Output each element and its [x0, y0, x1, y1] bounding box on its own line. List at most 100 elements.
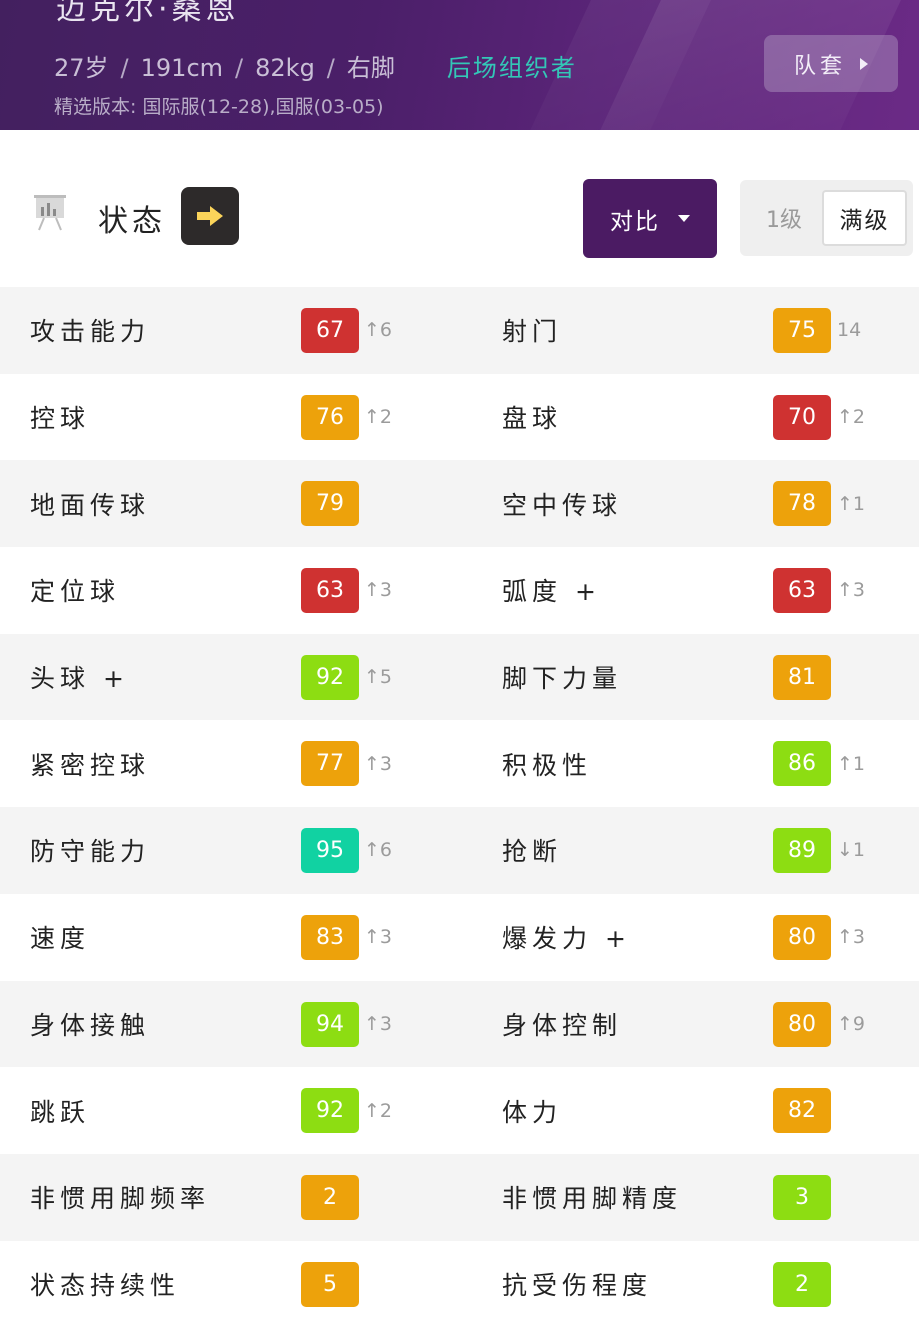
attribute-name: 体力	[502, 1097, 563, 1127]
attribute-name: 空中传球	[502, 490, 623, 520]
attribute-delta: ↑6	[364, 839, 393, 862]
attribute-delta: ↑5	[364, 666, 393, 689]
attribute-value-badge: 80	[773, 1001, 831, 1047]
attribute-value-badge: 3	[773, 1174, 831, 1220]
attribute-name: 抢断	[502, 837, 563, 867]
squad-button-label: 队套	[793, 53, 846, 79]
attribute-row: 控球 76 ↑2 盘球 70 ↑2	[0, 373, 919, 461]
attribute-delta: ↑9	[837, 1012, 866, 1035]
attribute-value-badge: 79	[301, 481, 359, 527]
attribute-name: 防守能力	[30, 837, 151, 867]
chevron-right-icon	[860, 57, 868, 70]
attribute-delta: ↑3	[837, 926, 866, 949]
attribute-name: 非惯用脚精度	[502, 1184, 683, 1214]
attribute-row: 定位球 63 ↑3 弧度 +63 ↑3	[0, 547, 919, 634]
attribute-value-badge: 67	[301, 308, 359, 353]
attribute-table: 攻击能力 67 ↑6 射门 75 14 控球 76 ↑2 盘球 70 ↑2 地面传球 79 空中传球 78 ↑1…	[0, 287, 919, 1328]
attribute-delta: ↑2	[837, 406, 866, 429]
player-name: 迈克尔·桑恩	[56, 0, 240, 27]
attribute-row: 攻击能力 67 ↑6 射门 75 14	[0, 287, 919, 374]
attribute-value-badge: 63	[301, 568, 359, 614]
attribute-name: 身体控制	[502, 1010, 623, 1040]
attribute-value-badge: 76	[301, 394, 359, 440]
separator: /	[235, 54, 244, 82]
attribute-row: 跳跃 92 ↑2 体力 82	[0, 1067, 919, 1154]
player-header: 迈克尔·桑恩 27岁 / 191cm / 82kg / 右脚 后场组织者 精选版…	[0, 0, 919, 130]
attribute-name: 爆发力 +	[502, 924, 631, 954]
player-bio: 27岁 / 191cm / 82kg / 右脚 后场组织者	[54, 48, 577, 83]
level-max-option[interactable]: 满级	[822, 190, 907, 246]
attribute-value-badge: 86	[773, 741, 831, 787]
attribute-value-badge: 80	[773, 914, 831, 960]
attribute-delta: ↑3	[364, 1012, 393, 1035]
attribute-value-badge: 94	[301, 1001, 359, 1047]
attribute-name: 弧度 +	[502, 577, 601, 607]
attribute-value-badge: 70	[773, 394, 831, 440]
arrow-right-icon	[197, 206, 223, 226]
attribute-delta: ↑2	[364, 1099, 393, 1122]
attribute-delta: ↑3	[364, 579, 393, 602]
attribute-name: 状态持续性	[30, 1270, 181, 1300]
separator: /	[326, 54, 335, 82]
attribute-value-badge: 77	[301, 741, 359, 787]
attribute-value-badge: 2	[773, 1261, 831, 1307]
attribute-delta: ↑3	[364, 752, 393, 775]
level-toggle: 1级 满级	[740, 180, 913, 256]
player-foot: 右脚	[346, 54, 395, 82]
attribute-value-badge: 82	[773, 1088, 831, 1134]
attribute-delta: 14	[837, 319, 862, 342]
attribute-row: 速度 83 ↑3 爆发力 +80 ↑3	[0, 893, 919, 981]
attribute-name: 身体接触	[30, 1010, 151, 1040]
attribute-name: 射门	[502, 317, 563, 347]
attribute-name: 非惯用脚频率	[30, 1184, 211, 1214]
attribute-name: 抗受伤程度	[502, 1270, 653, 1300]
attribute-value-badge: 89	[773, 828, 831, 874]
attribute-delta: ↓1	[837, 839, 866, 862]
status-arrow-button[interactable]	[181, 187, 239, 245]
attribute-delta: ↑1	[837, 492, 866, 515]
squad-button[interactable]: 队套	[764, 35, 898, 92]
attribute-delta: ↑1	[837, 752, 866, 775]
attribute-name: 头球 +	[30, 664, 129, 694]
attribute-name: 控球	[30, 404, 91, 434]
attribute-row: 身体接触 94 ↑3 身体控制 80 ↑9	[0, 980, 919, 1068]
player-weight: 82kg	[255, 54, 315, 82]
attribute-value-badge: 95	[301, 828, 359, 874]
attribute-name: 紧密控球	[30, 750, 151, 780]
caret-down-icon	[678, 215, 690, 222]
player-role: 后场组织者	[446, 54, 577, 82]
attribute-value-badge: 2	[301, 1174, 359, 1220]
version-label: 精选版本: 国际服(12-28),国服(03-05)	[54, 96, 384, 118]
attribute-value-badge: 75	[773, 308, 831, 353]
attribute-value-badge: 83	[301, 914, 359, 960]
separator: /	[120, 54, 129, 82]
player-height: 191cm	[140, 54, 224, 82]
attribute-name: 脚下力量	[502, 664, 623, 694]
attribute-name: 速度	[30, 924, 91, 954]
attribute-value-badge: 92	[301, 1088, 359, 1134]
level-1-option[interactable]: 1级	[746, 202, 822, 234]
attribute-row: 状态持续性 5 抗受伤程度 2	[0, 1240, 919, 1328]
attribute-delta: ↑3	[364, 926, 393, 949]
attribute-delta: ↑6	[364, 319, 393, 342]
attribute-name: 攻击能力	[30, 317, 151, 347]
attribute-row: 紧密控球 77 ↑3 积极性 86 ↑1	[0, 720, 919, 808]
attribute-row: 头球 + 92 ↑5 脚下力量 81	[0, 633, 919, 721]
status-label: 状态	[98, 204, 166, 239]
attribute-value-badge: 63	[773, 568, 831, 614]
attribute-name: 积极性	[502, 750, 593, 780]
attribute-value-badge: 81	[773, 654, 831, 700]
attribute-delta: ↑2	[364, 406, 393, 429]
attribute-value-badge: 92	[301, 654, 359, 700]
attribute-row: 地面传球 79 空中传球 78 ↑1	[0, 460, 919, 548]
attribute-delta: ↑3	[837, 579, 866, 602]
compare-label: 对比	[610, 208, 660, 235]
attribute-row: 非惯用脚频率 2 非惯用脚精度 3	[0, 1153, 919, 1241]
presentation-chart-icon	[30, 192, 70, 232]
player-age: 27岁	[54, 54, 109, 82]
compare-dropdown[interactable]: 对比	[583, 179, 717, 258]
attribute-name: 地面传球	[30, 490, 151, 520]
attribute-name: 跳跃	[30, 1097, 91, 1127]
attribute-value-badge: 5	[301, 1261, 359, 1307]
attribute-value-badge: 78	[773, 481, 831, 527]
